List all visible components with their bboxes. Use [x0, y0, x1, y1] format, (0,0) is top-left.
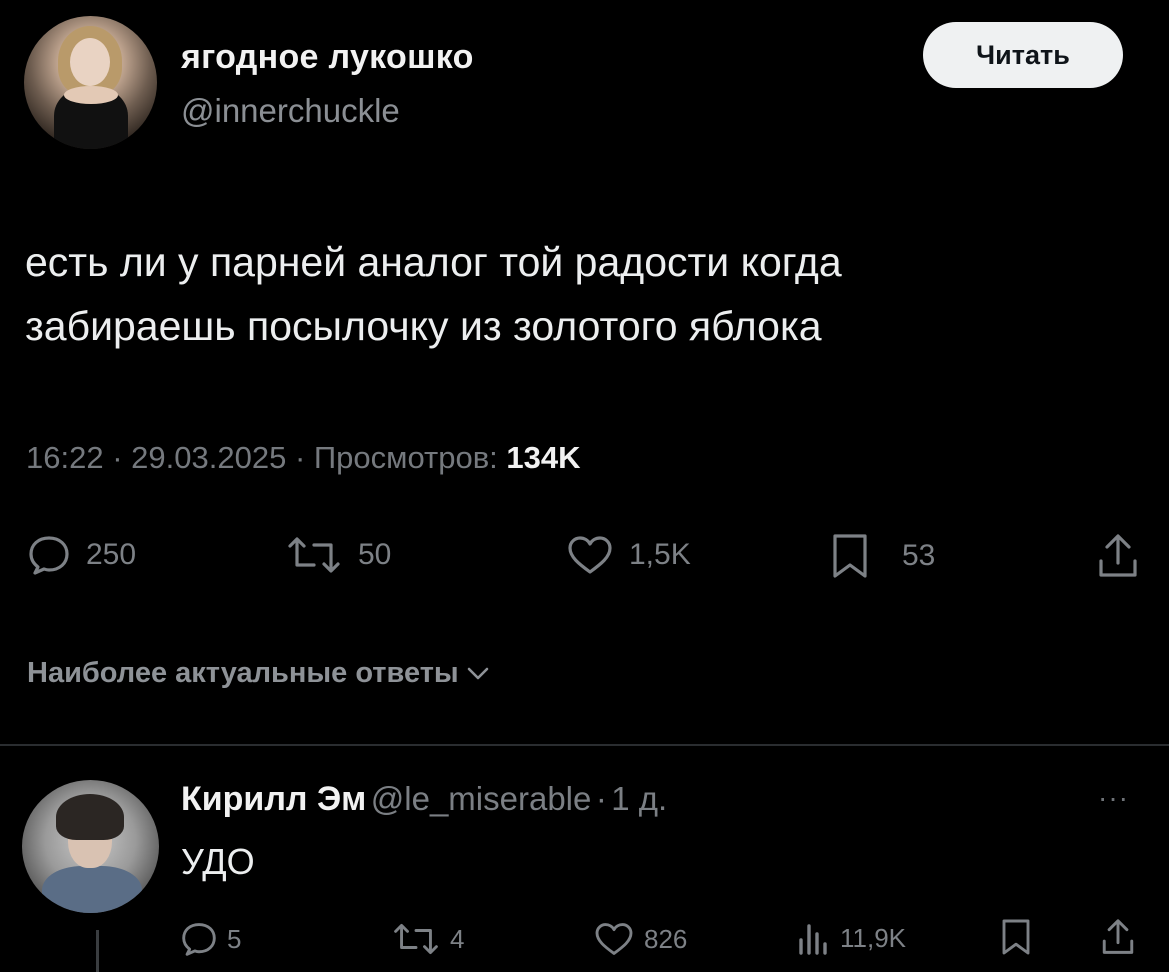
reply-reply-count: 5	[227, 923, 242, 954]
section-divider	[0, 744, 1169, 746]
reply-views-action[interactable]: 11,9K	[796, 920, 906, 956]
retweet-icon	[394, 923, 438, 955]
thread-line	[96, 930, 99, 972]
retweet-count: 50	[358, 538, 392, 571]
author-avatar[interactable]	[24, 16, 157, 149]
reply-like-count: 826	[644, 923, 688, 954]
author-handle[interactable]: @innerchuckle	[181, 92, 400, 130]
reply-header: Кирилл Эм @le_miserable · 1 д.	[181, 780, 667, 819]
bookmark-icon	[833, 534, 867, 578]
views-count: 134K	[506, 440, 581, 475]
tweet-meta: 16:22 · 29.03.2025 · Просмотров: 134K	[26, 440, 581, 476]
share-icon	[1099, 534, 1137, 577]
meta-separator: ·	[294, 440, 306, 475]
reply-retweet-action[interactable]: 4	[392, 922, 464, 956]
author-display-name[interactable]: ягодное лукошко	[181, 38, 474, 77]
like-action[interactable]: 1,5K	[567, 535, 691, 575]
more-options-button[interactable]: ···	[1098, 782, 1129, 814]
bookmark-count: 53	[902, 539, 936, 572]
reply-text: УДО	[181, 841, 255, 882]
reply-like-action[interactable]: 826	[594, 922, 687, 956]
reply-icon	[182, 923, 216, 956]
replies-sort-dropdown[interactable]: Наиболее актуальные ответы	[27, 657, 489, 690]
retweet-icon	[288, 537, 340, 573]
share-action[interactable]	[1097, 533, 1139, 579]
reply-bookmark-action[interactable]	[1000, 918, 1032, 956]
like-count: 1,5K	[629, 538, 691, 571]
reply-views-count: 11,9K	[840, 922, 907, 953]
replies-sort-label: Наиболее актуальные ответы	[27, 657, 459, 689]
reply-time[interactable]: 1 д.	[611, 780, 667, 817]
reply-reply-action[interactable]: 5	[181, 922, 241, 956]
analytics-icon	[799, 924, 827, 955]
chevron-down-icon	[467, 667, 488, 679]
tweet-date[interactable]: 29.03.2025	[131, 440, 286, 475]
reply-icon	[29, 536, 69, 575]
bookmark-action[interactable]: 53	[830, 533, 935, 579]
reply-action[interactable]: 250	[28, 535, 136, 575]
tweet-time[interactable]: 16:22	[26, 440, 104, 475]
tweet-text-line-1: есть ли у парней аналог той радости когд…	[25, 239, 842, 285]
meta-separator: ·	[112, 440, 123, 475]
share-icon	[1102, 919, 1134, 954]
reply-share-action[interactable]	[1101, 918, 1135, 956]
reply-author-handle[interactable]: @le_miserable	[371, 780, 592, 817]
reply-count: 250	[86, 538, 137, 571]
heart-icon	[568, 536, 612, 574]
retweet-action[interactable]: 50	[286, 535, 391, 575]
bookmark-icon	[1002, 919, 1030, 955]
reply-author-name[interactable]: Кирилл Эм	[181, 780, 366, 818]
follow-button[interactable]: Читать	[923, 22, 1123, 88]
views-label: Просмотров:	[313, 440, 498, 475]
tweet-text: есть ли у парней аналог той радости когд…	[25, 230, 1135, 358]
reply-author-avatar[interactable]	[22, 780, 159, 913]
tweet-text-line-2: забираешь посылочку из золотого яблока	[25, 303, 822, 349]
reply-retweet-count: 4	[450, 923, 465, 954]
meta-separator: ·	[595, 780, 607, 817]
heart-icon	[595, 923, 633, 955]
